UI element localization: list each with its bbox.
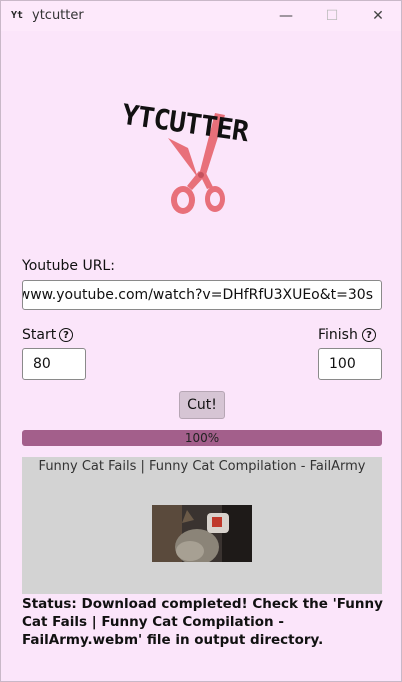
ytcutter-logo: YTCUTTER <box>120 98 251 214</box>
window-title: ytcutter <box>32 8 84 23</box>
close-icon: ✕ <box>372 8 384 24</box>
progress-bar: 100% <box>22 430 382 446</box>
minimize-button[interactable]: — <box>263 1 309 31</box>
close-button[interactable]: ✕ <box>355 1 401 31</box>
start-help-icon[interactable]: ? <box>59 328 73 342</box>
logo-text: YTCUTTER <box>120 98 251 148</box>
video-thumbnail <box>152 505 252 562</box>
cut-button[interactable]: Cut! <box>179 391 225 419</box>
progress-text: 100% <box>184 431 220 445</box>
start-input[interactable]: 80 <box>22 348 86 380</box>
url-label: Youtube URL: <box>22 258 115 274</box>
finish-input[interactable]: 100 <box>318 348 382 380</box>
maximize-icon: ☐ <box>325 8 339 24</box>
video-preview: Funny Cat Fails | Funny Cat Compilation … <box>22 457 382 594</box>
start-label: Start <box>22 327 57 343</box>
url-input[interactable]: https://www.youtube.com/watch?v=DHfRfU3X… <box>22 280 382 310</box>
video-title: Funny Cat Fails | Funny Cat Compilation … <box>38 459 366 474</box>
finish-label: Finish <box>318 327 358 343</box>
maximize-button[interactable]: ☐ <box>309 1 355 31</box>
app-window: Yt ytcutter — ☐ ✕ YTCUTTER Youtube URL: … <box>0 0 402 682</box>
minimize-icon: — <box>279 8 293 24</box>
status-text: Status: Download completed! Check the 'F… <box>22 596 383 648</box>
finish-help-icon[interactable]: ? <box>362 328 376 342</box>
app-icon: Yt <box>11 10 24 21</box>
title-bar[interactable]: Yt ytcutter — ☐ ✕ <box>1 1 401 31</box>
